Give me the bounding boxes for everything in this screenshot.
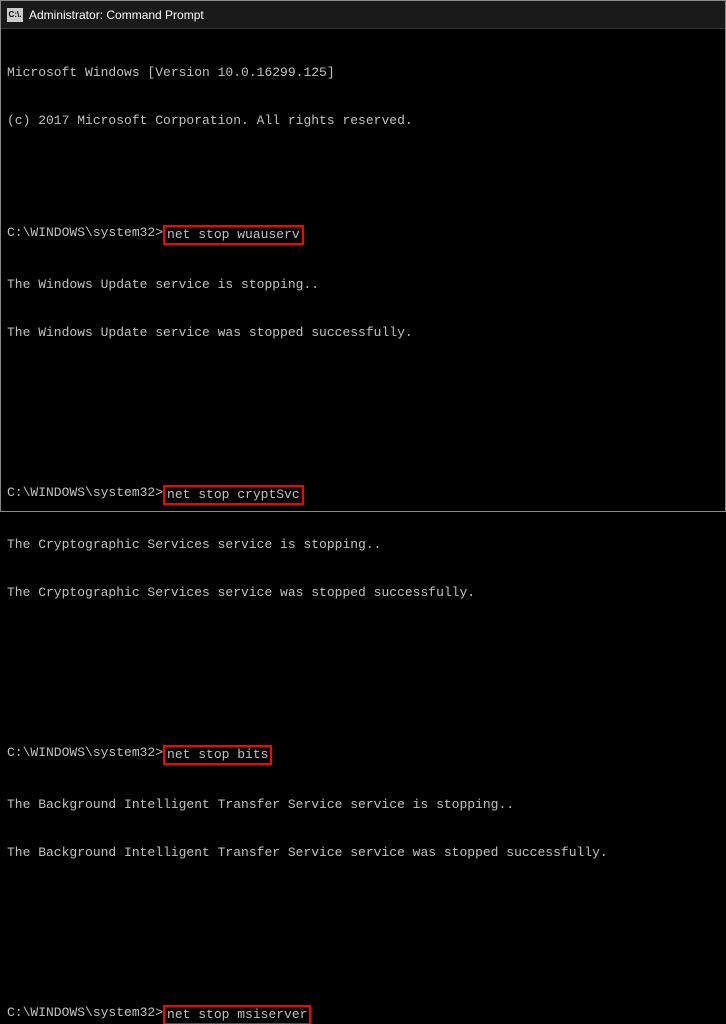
blank-line <box>7 633 719 649</box>
version-line: Microsoft Windows [Version 10.0.16299.12… <box>7 65 719 81</box>
blank-line <box>7 421 719 437</box>
prompt: C:\WINDOWS\system32> <box>7 745 163 761</box>
blank-line <box>7 161 719 177</box>
command-line: C:\WINDOWS\system32>net stop bits <box>7 745 719 765</box>
output-line: The Windows Update service is stopping.. <box>7 277 719 293</box>
output-line: The Background Intelligent Transfer Serv… <box>7 797 719 813</box>
output-line: The Background Intelligent Transfer Serv… <box>7 845 719 861</box>
output-line: The Windows Update service was stopped s… <box>7 325 719 341</box>
blank-line <box>7 893 719 909</box>
blank-line <box>7 941 719 957</box>
prompt: C:\WINDOWS\system32> <box>7 225 163 241</box>
window-title: Administrator: Command Prompt <box>29 8 204 22</box>
command-highlight: net stop cryptSvc <box>163 485 304 505</box>
copyright-line: (c) 2017 Microsoft Corporation. All righ… <box>7 113 719 129</box>
prompt: C:\WINDOWS\system32> <box>7 1005 163 1021</box>
command-highlight: net stop bits <box>163 745 272 765</box>
window-titlebar[interactable]: C:\. Administrator: Command Prompt <box>1 1 725 29</box>
blank-line <box>7 681 719 697</box>
output-line: The Cryptographic Services service is st… <box>7 537 719 553</box>
command-line: C:\WINDOWS\system32>net stop cryptSvc <box>7 485 719 505</box>
command-line: C:\WINDOWS\system32>net stop msiserver <box>7 1005 719 1024</box>
command-highlight: net stop wuauserv <box>163 225 304 245</box>
command-line: C:\WINDOWS\system32>net stop wuauserv <box>7 225 719 245</box>
output-line: The Cryptographic Services service was s… <box>7 585 719 601</box>
blank-line <box>7 373 719 389</box>
cmd-icon: C:\. <box>7 8 23 22</box>
terminal-output[interactable]: Microsoft Windows [Version 10.0.16299.12… <box>1 29 725 1024</box>
prompt: C:\WINDOWS\system32> <box>7 485 163 501</box>
command-highlight: net stop msiserver <box>163 1005 311 1024</box>
